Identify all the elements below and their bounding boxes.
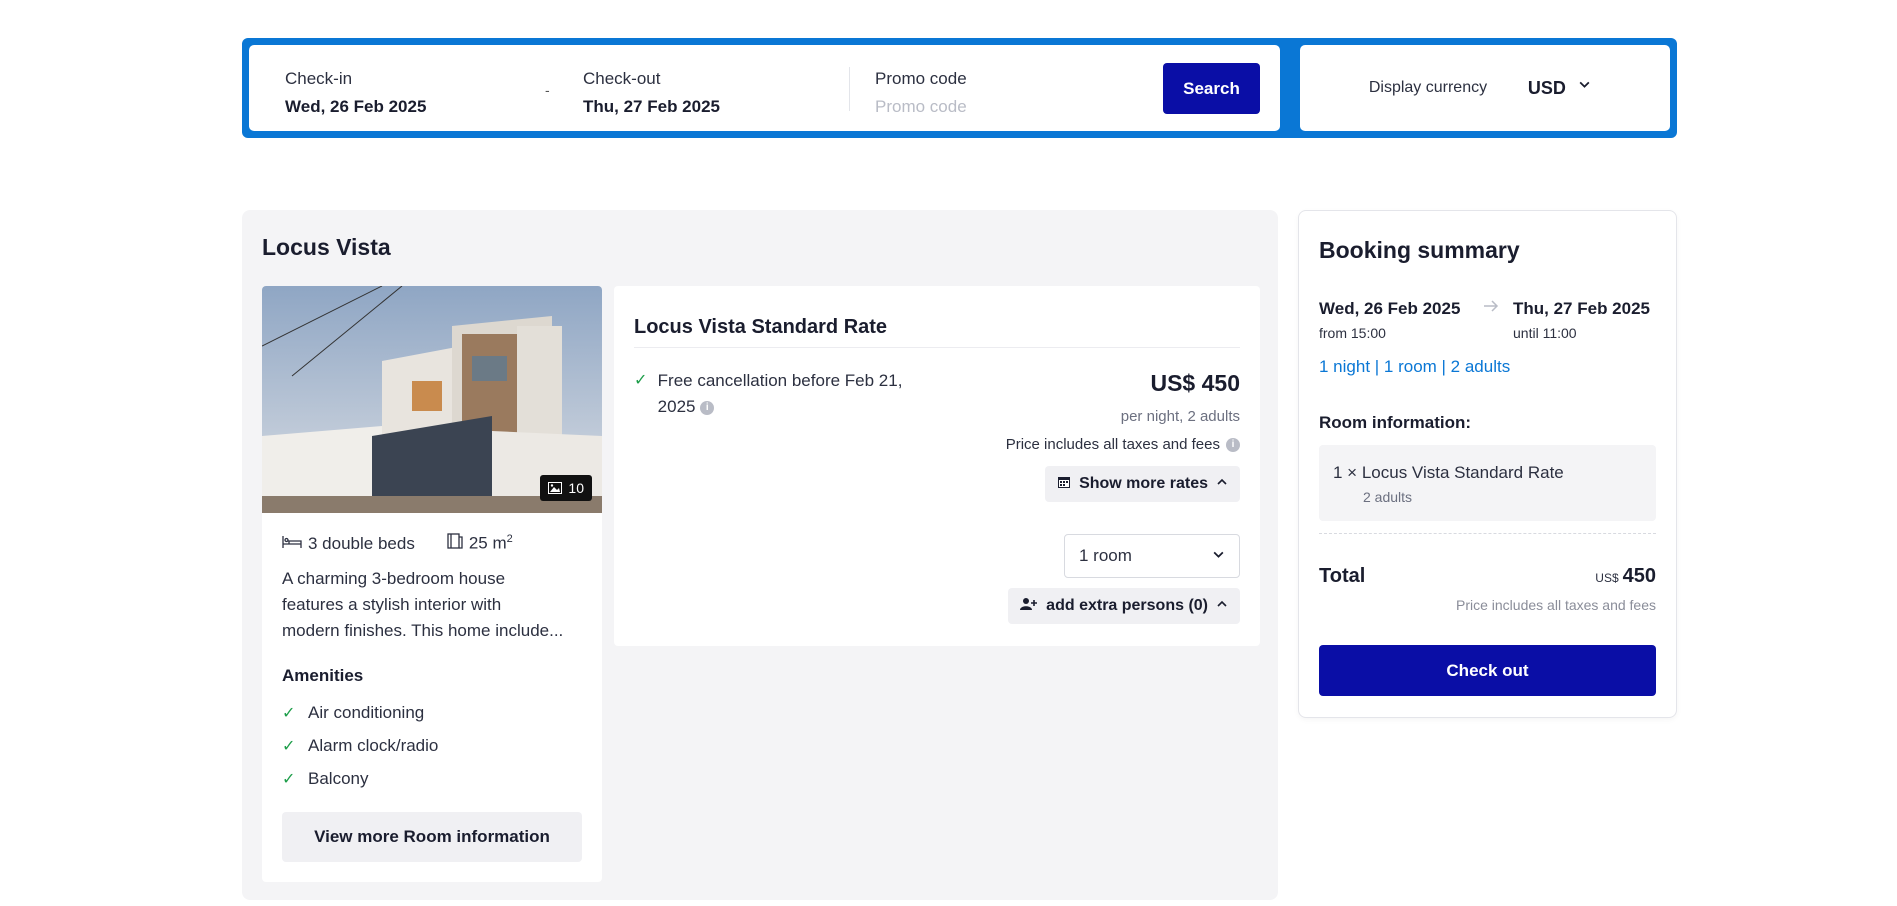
currency-selector[interactable]: Display currency USD [1299, 45, 1670, 131]
taxes-note: Price includes all taxes and fees i [1006, 436, 1240, 453]
beds-text: 3 double beds [308, 533, 415, 553]
bed-icon [282, 534, 302, 554]
amenities-title: Amenities [282, 666, 364, 685]
checkout-time: until 11:00 [1513, 325, 1577, 341]
check-icon: ✓ [282, 704, 296, 722]
cancellation-text: Free cancellation before Feb 21, 2025 [657, 371, 903, 416]
stay-details: 1 night | 1 room | 2 adults [1319, 357, 1511, 376]
room-card: 10 3 double beds 25 m2 A charming 3-bedr… [262, 286, 602, 882]
view-more-room-info-button[interactable]: View more Room information [282, 812, 582, 862]
rate-card: Locus Vista Standard Rate ✓ Free cancell… [614, 286, 1260, 646]
rate-title: Locus Vista Standard Rate [634, 316, 888, 338]
add-extra-persons-button[interactable]: add extra persons (0) [1008, 588, 1240, 624]
check-icon: ✓ [634, 372, 648, 389]
search-button[interactable]: Search [1163, 63, 1260, 114]
per-night-text: per night, 2 adults [1120, 408, 1240, 425]
total-price: US$ 450 [1595, 565, 1656, 587]
divider [634, 347, 1240, 348]
rate-price: US$ 450 [1150, 370, 1240, 396]
room-quantity-select[interactable]: 1 room [1064, 534, 1240, 578]
check-icon: ✓ [282, 737, 296, 755]
divider [849, 67, 850, 111]
checkin-field[interactable]: Check-in Wed, 26 Feb 2025 [285, 69, 426, 117]
photo-count-badge[interactable]: 10 [540, 475, 592, 501]
divider [1319, 533, 1656, 534]
image-icon [548, 482, 563, 494]
summary-title: Booking summary [1319, 237, 1520, 263]
search-box: Check-in Wed, 26 Feb 2025 - Check-out Th… [249, 45, 1280, 131]
checkout-field[interactable]: Check-out Thu, 27 Feb 2025 [583, 69, 720, 117]
amenity-item: ✓ Air conditioning [282, 702, 425, 722]
room-guests: 2 adults [1363, 489, 1413, 505]
chevron-down-icon[interactable] [1578, 78, 1591, 94]
checkout-value[interactable]: Thu, 27 Feb 2025 [583, 97, 720, 117]
checkin-value[interactable]: Wed, 26 Feb 2025 [285, 97, 426, 117]
room-photo[interactable]: 10 [262, 286, 602, 513]
search-bar: Check-in Wed, 26 Feb 2025 - Check-out Th… [242, 38, 1677, 138]
summary-checkout-date: Thu, 27 Feb 2025 [1513, 299, 1650, 318]
amenity-item: ✓ Alarm clock/radio [282, 735, 439, 755]
promo-label: Promo code [875, 69, 967, 88]
show-more-rates-button[interactable]: Show more rates [1045, 466, 1240, 502]
cancellation-policy: ✓ Free cancellation before Feb 21, 2025 … [634, 368, 924, 420]
amenity-item: ✓ Balcony [282, 768, 369, 788]
total-label: Total [1319, 565, 1366, 587]
info-icon[interactable]: i [700, 400, 715, 415]
amenities-list: ✓ Air conditioning ✓ Alarm clock/radio ✓ Ba… [282, 696, 582, 795]
hotel-title: Locus Vista [262, 234, 391, 260]
currency-value[interactable]: USD [1528, 78, 1566, 99]
arrow-right-icon [1483, 299, 1499, 318]
check-icon: ✓ [282, 770, 296, 788]
info-icon[interactable]: i [1226, 437, 1240, 452]
promo-field[interactable]: Promo code Promo code [875, 69, 967, 117]
checkin-time: from 15:00 [1319, 325, 1386, 341]
checkout-button[interactable]: Check out [1319, 645, 1656, 696]
room-line: 1 × Locus Vista Standard Rate [1333, 463, 1564, 482]
calendar-icon [1057, 475, 1071, 494]
add-person-icon [1020, 597, 1038, 616]
room-size-icon [447, 533, 463, 554]
checkout-label: Check-out [583, 69, 661, 88]
summary-checkin-date: Wed, 26 Feb 2025 [1319, 299, 1461, 318]
currency-label: Display currency [1368, 79, 1488, 96]
booking-summary: Booking summary Wed, 26 Feb 2025 Thu, 27… [1298, 210, 1677, 718]
chevron-up-icon [1216, 597, 1228, 615]
chevron-up-icon [1216, 475, 1228, 493]
photo-count: 10 [568, 480, 584, 496]
room-listing-panel: Locus Vista 10 3 double beds 25 m2 A cha… [242, 210, 1278, 900]
promo-input[interactable]: Promo code [875, 97, 967, 117]
chevron-down-icon [1212, 546, 1225, 566]
total-note: Price includes all taxes and fees [1456, 597, 1656, 613]
room-size-text: 25 m2 [468, 533, 513, 553]
room-features: 3 double beds 25 m2 [282, 533, 582, 554]
checkin-label: Check-in [285, 69, 353, 88]
date-separator: - [545, 82, 550, 98]
room-info-box: 1 × Locus Vista Standard Rate 2 adults [1319, 445, 1656, 521]
room-description: A charming 3-bedroom house features a st… [282, 569, 564, 640]
room-info-title: Room information: [1319, 413, 1472, 432]
